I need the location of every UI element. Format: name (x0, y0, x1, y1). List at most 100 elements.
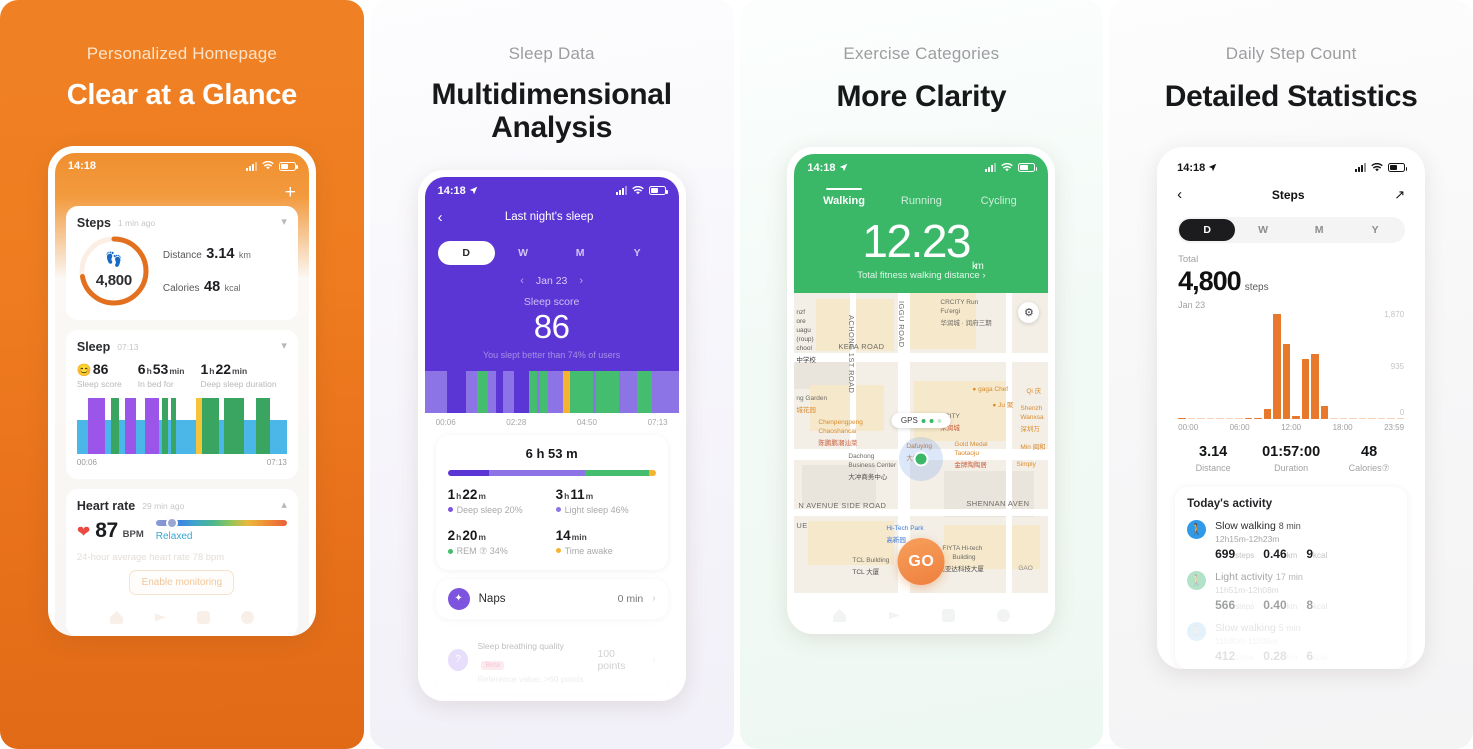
battery-icon (648, 186, 668, 195)
devices-icon[interactable] (942, 609, 956, 622)
chevron-down-icon[interactable]: ▾ (281, 217, 287, 228)
hypnogram-segment-deep (125, 397, 137, 454)
activity-duration: 8 min (1278, 521, 1301, 531)
period-segmented-control[interactable]: DWMY (1177, 217, 1406, 243)
activity-steps: 566steps (1215, 598, 1255, 612)
battery-icon (1018, 163, 1038, 172)
activity-row[interactable]: 🚶 Slow walking 5 min 11h30m-11h35m 412steps… (1187, 622, 1395, 663)
panel-exercise-categories: Exercise Categories More Clarity 14:18 W… (739, 0, 1104, 749)
panel-title: Detailed Statistics (1164, 80, 1418, 113)
exercise-tab-running[interactable]: Running (883, 195, 960, 211)
walking-person-icon: 🚶 (1187, 520, 1207, 539)
nav-title: Last night's sleep (504, 211, 594, 223)
next-date-icon[interactable]: › (579, 275, 583, 287)
period-tab-m[interactable]: M (552, 241, 609, 265)
x-tick: 12:00 (1281, 423, 1302, 432)
deep-mins-unit: min (232, 365, 248, 376)
map-poi: 陈鹏鹏潮汕菜 (818, 440, 858, 447)
hypnogram-axis-start: 00:06 (76, 457, 97, 467)
naps-row[interactable]: ✦ Naps 0 min › (435, 578, 668, 619)
workout-icon[interactable] (154, 613, 166, 622)
exercise-tabs[interactable]: Walking Running Cycling (794, 181, 1048, 211)
add-card-row[interactable]: + (55, 180, 309, 206)
plus-icon[interactable]: + (285, 183, 296, 202)
breathing-quality-row[interactable]: ? Sleep breathing quality Beta Reference… (435, 626, 668, 693)
steps-card[interactable]: Steps 1 min ago ▾ 👣 4,800 Distance 3.14 … (65, 205, 298, 320)
period-tab-d[interactable]: D (437, 241, 495, 265)
map-poi: Chenpengpeng (818, 419, 863, 426)
hypnogram-segment-rem (570, 370, 593, 413)
activity-range: 11h30m-11h35m (1215, 636, 1279, 646)
steps-progress-ring: 👣 4,800 (77, 234, 151, 308)
chevron-right-icon[interactable]: › (652, 593, 655, 604)
profile-icon[interactable] (996, 609, 1010, 622)
calories-value: 48 (1361, 444, 1378, 460)
map-poi: 城花园 (796, 407, 816, 414)
chevron-down-icon[interactable]: ▾ (281, 341, 287, 352)
map-poi: Shenzh (1020, 405, 1043, 412)
current-location-marker (899, 437, 944, 481)
period-segmented-control[interactable]: DWMY (437, 241, 666, 265)
prev-date-icon[interactable]: ‹ (520, 275, 524, 287)
summary-metrics: 3.14 Distance 01:57:00 Duration 48 Calor… (1174, 444, 1408, 474)
awake-mins: 14 (555, 527, 571, 543)
map-poi: Gold Medal (954, 441, 988, 448)
bar (1216, 418, 1224, 419)
profile-icon[interactable] (240, 610, 254, 624)
period-tab-y[interactable]: Y (609, 241, 666, 265)
exercise-tab-cycling[interactable]: Cycling (960, 195, 1037, 211)
chevron-up-icon[interactable]: ▴ (281, 500, 287, 511)
workout-icon[interactable] (888, 611, 900, 620)
total-steps: 4,800 steps (1178, 266, 1418, 297)
deep-dot-icon (447, 507, 453, 513)
exercise-tab-walking[interactable]: Walking (805, 195, 882, 211)
bar (1197, 418, 1205, 419)
chevron-right-icon[interactable]: › (652, 654, 655, 665)
go-button[interactable]: GO (897, 538, 945, 585)
enable-monitoring-button[interactable]: Enable monitoring (129, 569, 235, 595)
distance-caption[interactable]: Total fitness walking distance › (794, 270, 1048, 293)
bar (1263, 408, 1272, 419)
gear-icon[interactable]: ⚙ (1018, 302, 1040, 323)
panel-daily-step-count: Daily Step Count Detailed Statistics 14:… (1109, 0, 1473, 749)
location-arrow-icon (469, 186, 478, 195)
hypnogram-segment-light (652, 370, 679, 413)
hypnogram-segment-deep (447, 370, 466, 413)
light-segment (489, 469, 585, 476)
period-tab-y[interactable]: Y (1347, 219, 1403, 241)
heart-rate-card[interactable]: Heart rate 29 min ago ▴ ❤ 87 BPM Relaxed… (65, 488, 298, 636)
period-tab-d[interactable]: D (1179, 219, 1236, 241)
activity-row[interactable]: 🚶 Slow walking 8 min 12h15m-12h23m 699steps… (1187, 520, 1395, 561)
heart-rate-unit: BPM (122, 528, 144, 540)
home-icon[interactable] (833, 609, 847, 622)
map-view[interactable]: ACHONG 1ST ROAD IGGU ROAD KEFA ROAD N AV… (794, 293, 1049, 593)
distance-label: Distance (162, 250, 202, 262)
date-selector[interactable]: ‹ Jan 23 › (425, 275, 679, 287)
devices-icon[interactable] (197, 610, 211, 624)
phone-mockup-4: 14:18 ‹ Steps ↗ DWMY Total 4,800 steps J… (1157, 147, 1426, 669)
distance-value: 3.14 (1199, 444, 1228, 460)
period-tab-m[interactable]: M (1291, 219, 1347, 241)
activity-rows: 🚶 Slow walking 8 min 12h15m-12h23m 699steps… (1187, 520, 1395, 663)
x-tick: 18:00 (1332, 423, 1353, 432)
calories-value: 48 (204, 279, 221, 296)
sleep-card[interactable]: Sleep 07:13 ▾ 😊 86 Sleep score 6 h 53 min I… (65, 329, 298, 479)
map-poi: Wanxsa (1020, 414, 1044, 421)
bottom-nav (77, 595, 287, 624)
map-poi: Dachong (848, 453, 875, 460)
period-tab-w[interactable]: W (495, 241, 552, 265)
home-icon[interactable] (110, 610, 124, 624)
location-arrow-icon (839, 163, 847, 172)
map-poi: 大冲商务中心 (848, 474, 888, 481)
awake-dot-icon (555, 548, 561, 554)
bar (1311, 354, 1319, 419)
distance-caption-text: Total fitness walking distance (857, 270, 980, 281)
activity-range: 12h15m-12h23m (1215, 534, 1280, 544)
sleep-hypnogram-chart (76, 397, 287, 454)
activity-row[interactable]: 🚶 Light activity 17 min 11h51m-12h08m 566st… (1187, 571, 1395, 612)
chevron-right-icon[interactable]: › (982, 270, 985, 281)
share-icon[interactable]: ↗ (1394, 187, 1405, 203)
period-tab-w[interactable]: W (1235, 219, 1291, 241)
status-time: 14:18 (437, 184, 466, 197)
calories-metric: 48 Calories⑦ (1330, 444, 1408, 474)
